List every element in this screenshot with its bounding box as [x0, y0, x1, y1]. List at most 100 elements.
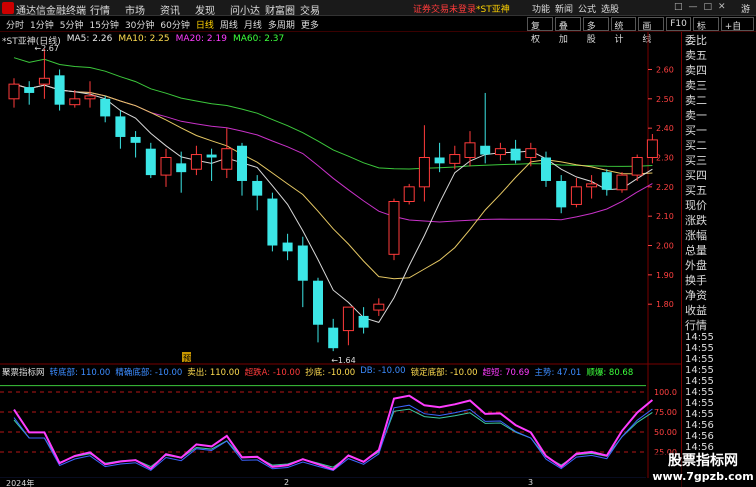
tab-multi-period[interactable]: 多周期: [268, 18, 295, 31]
quote-row-label: 买三: [685, 154, 707, 167]
menu-item-hangqing[interactable]: 行情: [90, 2, 125, 17]
mark-button[interactable]: 标记: [692, 17, 719, 45]
tab-5min[interactable]: 5分钟: [60, 18, 84, 31]
tick-time: 14:55: [685, 398, 714, 409]
tick-time: 14:55: [685, 387, 714, 398]
candle-body: [556, 180, 567, 208]
price-axis-label: 2.10: [656, 212, 674, 221]
menu-item-zixun[interactable]: 资讯: [160, 2, 195, 17]
tick-time: 14:56: [685, 420, 714, 431]
kline-chart[interactable]: 2.602.502.402.302.202.102.001.901.80←2.6…: [0, 32, 681, 478]
quote-row-label: 卖三: [685, 79, 707, 92]
f10-button[interactable]: F10: [666, 17, 691, 31]
indicator-name[interactable]: 聚票指标网: [2, 366, 45, 378]
candle-body: [8, 83, 20, 100]
tab-60min[interactable]: 60分钟: [160, 18, 189, 31]
candle-body: [24, 87, 35, 93]
indicator-legend-item: 转底部: 110.00: [49, 368, 111, 378]
price-axis-label: 2.60: [656, 65, 674, 74]
menu-item-gongshi[interactable]: 公式: [578, 2, 601, 15]
tab-daily[interactable]: 日线: [196, 18, 214, 31]
statistics-button[interactable]: 统计: [610, 17, 637, 45]
menu-item-shichang[interactable]: 市场: [125, 2, 160, 17]
site-watermark: 股票指标网 www.7gpzb.com: [650, 453, 756, 487]
candle-body: [358, 315, 369, 328]
menu-item-wenxiaoda[interactable]: 问小达: [230, 2, 265, 17]
quote-side-panel: 委比 卖五 卖四 卖三 卖二 卖一 买一 买二 买三 买四 买五 现价 涨跌 涨幅 总量 外盘 换手 净资 收益 行情…: [681, 32, 756, 487]
window-controls: □ — □ ✕: [674, 2, 726, 12]
date-label-mar: 3: [528, 478, 534, 487]
quote-row-label: 卖一: [685, 109, 707, 122]
price-axis-label: 2.50: [656, 95, 674, 104]
tab-weekly[interactable]: 周线: [220, 18, 238, 31]
price-axis-label: 2.00: [656, 242, 674, 251]
candle-body: [601, 172, 612, 190]
candle-body: [221, 148, 233, 170]
candle-body: [373, 303, 385, 311]
menu-item-xinwen[interactable]: 新闻: [555, 2, 578, 15]
close-icon[interactable]: ✕: [718, 2, 726, 12]
quote-row-label: 收益: [685, 304, 707, 317]
watermark-url: www.7gpzb.com: [652, 470, 754, 483]
tab-1min[interactable]: 1分钟: [30, 18, 54, 31]
period-tabs: 分时 1分钟 5分钟 15分钟 30分钟 60分钟 日线 周线 月线 多周期 更…: [6, 18, 319, 31]
quote-row-label: 行情: [685, 319, 707, 332]
draw-line-button[interactable]: 画线: [638, 17, 665, 45]
tab-15min[interactable]: 15分钟: [89, 18, 118, 31]
quote-row-label: 买四: [685, 169, 707, 182]
top-menu-bar: 通达信金融终端 行情 市场 资讯 发现 问小达 财富圈 交易 证券交易未登录 *…: [0, 0, 756, 28]
price-axis-label: 2.20: [656, 183, 674, 192]
indicator-legend-item: DB: -10.00: [360, 366, 406, 376]
tab-fenshi[interactable]: 分时: [6, 18, 24, 31]
restore-icon[interactable]: □: [674, 2, 683, 12]
menu-item-caifuquan[interactable]: 财富圈: [265, 2, 300, 17]
price-axis-label: 1.90: [656, 271, 674, 280]
candle-body: [586, 183, 598, 188]
ma-legend: *ST亚神(日线) MA5: 2.26 MA10: 2.25 MA20: 2.1…: [2, 34, 284, 47]
menu-item-jiaoyi[interactable]: 交易: [300, 2, 335, 17]
tab-more[interactable]: 更多: [301, 18, 319, 31]
indicator-axis-label: 50.00: [654, 428, 677, 437]
candle-body: [328, 327, 339, 349]
quote-row-label: 卖四: [685, 64, 707, 77]
stock-search-input[interactable]: *ST亚神: [476, 2, 528, 15]
candle-body: [282, 242, 293, 252]
quote-row-label: 涨幅: [685, 229, 707, 242]
app-logo-icon: [2, 2, 14, 14]
tick-time: 14:55: [685, 354, 714, 365]
menu-item-faxian[interactable]: 发现: [195, 2, 230, 17]
tick-time: 14:55: [685, 365, 714, 376]
candle-body: [267, 198, 278, 246]
menu-item-xuangu[interactable]: 选股: [601, 2, 624, 15]
tab-monthly[interactable]: 月线: [244, 18, 262, 31]
add-watchlist-button[interactable]: +自选: [720, 17, 754, 45]
candle-body: [176, 163, 187, 173]
tab-30min[interactable]: 30分钟: [125, 18, 154, 31]
indicator-green-line: [13, 408, 653, 468]
maximize-icon[interactable]: □: [704, 2, 713, 12]
menu-item-gongneng[interactable]: 功能: [532, 2, 555, 15]
stock-period-title: *ST亚神(日线): [2, 37, 61, 47]
right-menu: 功能 新闻 公式 选股: [532, 2, 624, 15]
price-axis-label: 2.40: [656, 124, 674, 133]
yu-marker-label: 预: [183, 353, 191, 363]
minimize-icon[interactable]: —: [689, 2, 698, 12]
watermark-title: 股票指标网: [668, 453, 738, 469]
app-name: 通达信金融终端: [16, 6, 86, 17]
fuquan-button[interactable]: 复权: [527, 17, 553, 45]
multi-stock-button[interactable]: 多股: [582, 17, 609, 45]
quote-row-label: 买五: [685, 184, 707, 197]
candle-body: [130, 136, 141, 143]
candle-body: [541, 157, 551, 181]
candle-body: [54, 75, 65, 105]
chart-tool-buttons: 复权 叠加 多股 统计 画线 F10 标记 +自选: [527, 17, 756, 45]
indicator-legend-item: 超短: 70.69: [482, 368, 530, 378]
candle-body: [418, 156, 430, 188]
tick-time: 14:55: [685, 332, 714, 343]
quote-row-label: 买二: [685, 139, 707, 152]
candle-body: [494, 148, 506, 156]
candle-body: [252, 180, 263, 196]
indicator-axis-label: 75.00: [654, 408, 677, 417]
overlay-button[interactable]: 叠加: [554, 17, 581, 45]
trade-login-notice[interactable]: 证券交易未登录: [413, 2, 476, 15]
